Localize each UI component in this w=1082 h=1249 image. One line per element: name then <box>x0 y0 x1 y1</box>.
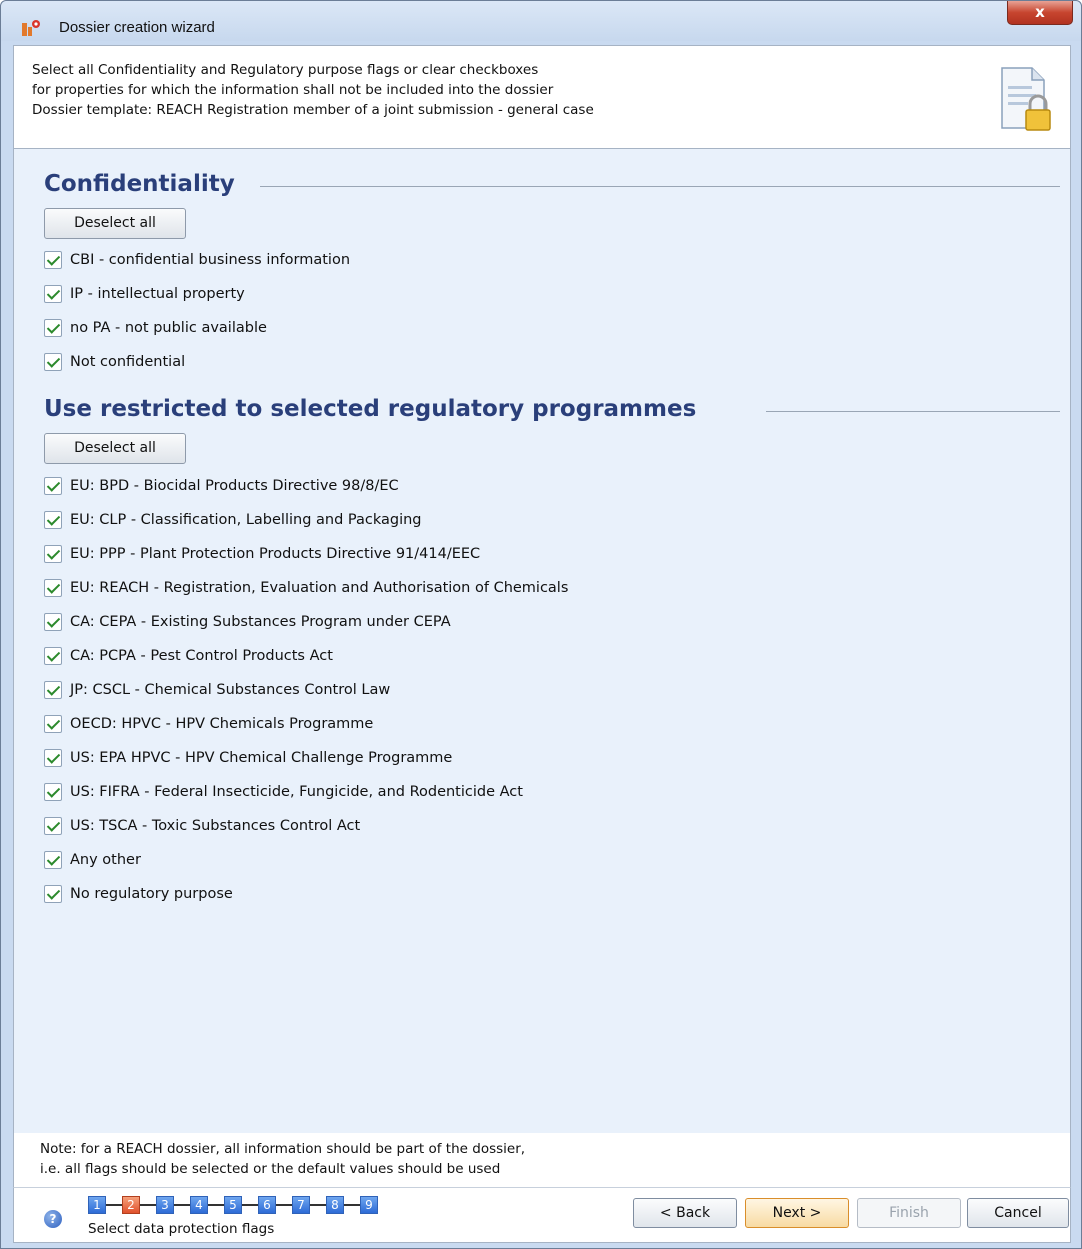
step-connector <box>140 1204 156 1206</box>
checkbox[interactable] <box>44 319 62 337</box>
flags-panel: Confidentiality Deselect all CBI - confi… <box>13 149 1071 1133</box>
deselect-all-regulatory-button[interactable]: Deselect all <box>44 433 186 464</box>
checkbox-row-us-tsca[interactable]: US: TSCA - Toxic Substances Control Act <box>44 815 360 837</box>
checkbox-label: OECD: HPVC - HPV Chemicals Programme <box>70 716 374 732</box>
header-instructions: Select all Confidentiality and Regulator… <box>32 60 594 120</box>
checkbox[interactable] <box>44 681 62 699</box>
checkbox[interactable] <box>44 783 62 801</box>
checkbox-label: EU: BPD - Biocidal Products Directive 98… <box>70 478 399 494</box>
step-connector <box>276 1204 292 1206</box>
checkbox-label: Any other <box>70 852 141 868</box>
checkbox[interactable] <box>44 579 62 597</box>
checkbox-row-us-epa-hpvc[interactable]: US: EPA HPVC - HPV Chemical Challenge Pr… <box>44 747 452 769</box>
checkbox-label: IP - intellectual property <box>70 286 245 302</box>
document-lock-icon <box>1001 67 1051 131</box>
reach-note: Note: for a REACH dossier, all informati… <box>13 1133 1071 1187</box>
section-divider <box>260 186 1060 187</box>
section-divider <box>766 411 1060 412</box>
checkbox-label: JP: CSCL - Chemical Substances Control L… <box>70 682 391 698</box>
checkbox-row-ca-cepa[interactable]: CA: CEPA - Existing Substances Program u… <box>44 611 451 633</box>
wizard-footer: ? 1 2 3 4 5 6 7 8 9 Select data protecti… <box>13 1187 1071 1243</box>
checkbox-label: CA: CEPA - Existing Substances Program u… <box>70 614 451 630</box>
header-line: Select all Confidentiality and Regulator… <box>32 62 539 78</box>
step-connector <box>174 1204 190 1206</box>
note-line: i.e. all flags should be selected or the… <box>40 1161 501 1177</box>
next-button[interactable]: Next > <box>745 1198 849 1228</box>
checkbox-row-no-pa[interactable]: no PA - not public available <box>44 317 267 339</box>
title-bar: Dossier creation wizard x <box>1 1 1081 41</box>
app-logo-icon <box>22 20 40 36</box>
close-button[interactable]: x <box>1007 1 1073 25</box>
checkbox-label: US: FIFRA - Federal Insecticide, Fungici… <box>70 784 523 800</box>
wizard-header: Select all Confidentiality and Regulator… <box>13 45 1071 149</box>
step-connector <box>242 1204 258 1206</box>
checkbox-row-oecd-hpvc[interactable]: OECD: HPVC - HPV Chemicals Programme <box>44 713 373 735</box>
checkbox-row-eu-clp[interactable]: EU: CLP - Classification, Labelling and … <box>44 509 422 531</box>
step-4[interactable]: 4 <box>190 1196 208 1214</box>
checkbox-row-jp-cscl[interactable]: JP: CSCL - Chemical Substances Control L… <box>44 679 390 701</box>
checkbox[interactable] <box>44 715 62 733</box>
deselect-all-confidentiality-button[interactable]: Deselect all <box>44 208 186 239</box>
checkbox[interactable] <box>44 817 62 835</box>
note-line: Note: for a REACH dossier, all informati… <box>40 1141 526 1157</box>
checkbox[interactable] <box>44 851 62 869</box>
step-2-current[interactable]: 2 <box>122 1196 140 1214</box>
cancel-button[interactable]: Cancel <box>967 1198 1069 1228</box>
checkbox[interactable] <box>44 353 62 371</box>
header-line: for properties for which the information… <box>32 82 554 98</box>
checkbox-row-us-fifra[interactable]: US: FIFRA - Federal Insecticide, Fungici… <box>44 781 523 803</box>
checkbox[interactable] <box>44 511 62 529</box>
finish-button: Finish <box>857 1198 961 1228</box>
checkbox-row-any-other[interactable]: Any other <box>44 849 141 871</box>
checkbox[interactable] <box>44 885 62 903</box>
checkbox-label: US: EPA HPVC - HPV Chemical Challenge Pr… <box>70 750 453 766</box>
checkbox-row-eu-bpd[interactable]: EU: BPD - Biocidal Products Directive 98… <box>44 475 399 497</box>
checkbox[interactable] <box>44 251 62 269</box>
checkbox-label: EU: PPP - Plant Protection Products Dire… <box>70 546 481 562</box>
checkbox-label: CA: PCPA - Pest Control Products Act <box>70 648 333 664</box>
step-3[interactable]: 3 <box>156 1196 174 1214</box>
checkbox[interactable] <box>44 613 62 631</box>
checkbox-label: no PA - not public available <box>70 320 267 336</box>
header-line: Dossier template: REACH Registration mem… <box>32 102 594 118</box>
step-1[interactable]: 1 <box>88 1196 106 1214</box>
step-8[interactable]: 8 <box>326 1196 344 1214</box>
checkbox-row-eu-ppp[interactable]: EU: PPP - Plant Protection Products Dire… <box>44 543 480 565</box>
help-icon[interactable]: ? <box>44 1210 62 1228</box>
step-6[interactable]: 6 <box>258 1196 276 1214</box>
checkbox-label: EU: CLP - Classification, Labelling and … <box>70 512 422 528</box>
checkbox-row-not-confidential[interactable]: Not confidential <box>44 351 185 373</box>
checkbox-label: Not confidential <box>70 354 186 370</box>
checkbox[interactable] <box>44 749 62 767</box>
checkbox-label: No regulatory purpose <box>70 886 233 902</box>
confidentiality-heading: Confidentiality <box>44 171 235 197</box>
regulatory-heading: Use restricted to selected regulatory pr… <box>44 396 697 422</box>
checkbox-row-ip[interactable]: IP - intellectual property <box>44 283 245 305</box>
checkbox[interactable] <box>44 477 62 495</box>
step-connector <box>208 1204 224 1206</box>
step-connector <box>344 1204 360 1206</box>
checkbox-row-no-regulatory-purpose[interactable]: No regulatory purpose <box>44 883 233 905</box>
step-9[interactable]: 9 <box>360 1196 378 1214</box>
checkbox-label: US: TSCA - Toxic Substances Control Act <box>70 818 361 834</box>
step-caption: Select data protection flags <box>88 1221 275 1237</box>
checkbox-row-cbi[interactable]: CBI - confidential business information <box>44 249 350 271</box>
checkbox[interactable] <box>44 545 62 563</box>
step-connector <box>106 1204 122 1206</box>
checkbox-row-ca-pcpa[interactable]: CA: PCPA - Pest Control Products Act <box>44 645 333 667</box>
checkbox-row-eu-reach[interactable]: EU: REACH - Registration, Evaluation and… <box>44 577 568 599</box>
checkbox-label: CBI - confidential business information <box>70 252 351 268</box>
checkbox[interactable] <box>44 285 62 303</box>
window-title: Dossier creation wizard <box>59 19 215 36</box>
checkbox-label: EU: REACH - Registration, Evaluation and… <box>70 580 569 596</box>
step-5[interactable]: 5 <box>224 1196 242 1214</box>
step-7[interactable]: 7 <box>292 1196 310 1214</box>
back-button[interactable]: < Back <box>633 1198 737 1228</box>
checkbox[interactable] <box>44 647 62 665</box>
step-connector <box>310 1204 326 1206</box>
wizard-window: Dossier creation wizard x Select all Con… <box>0 0 1082 1249</box>
